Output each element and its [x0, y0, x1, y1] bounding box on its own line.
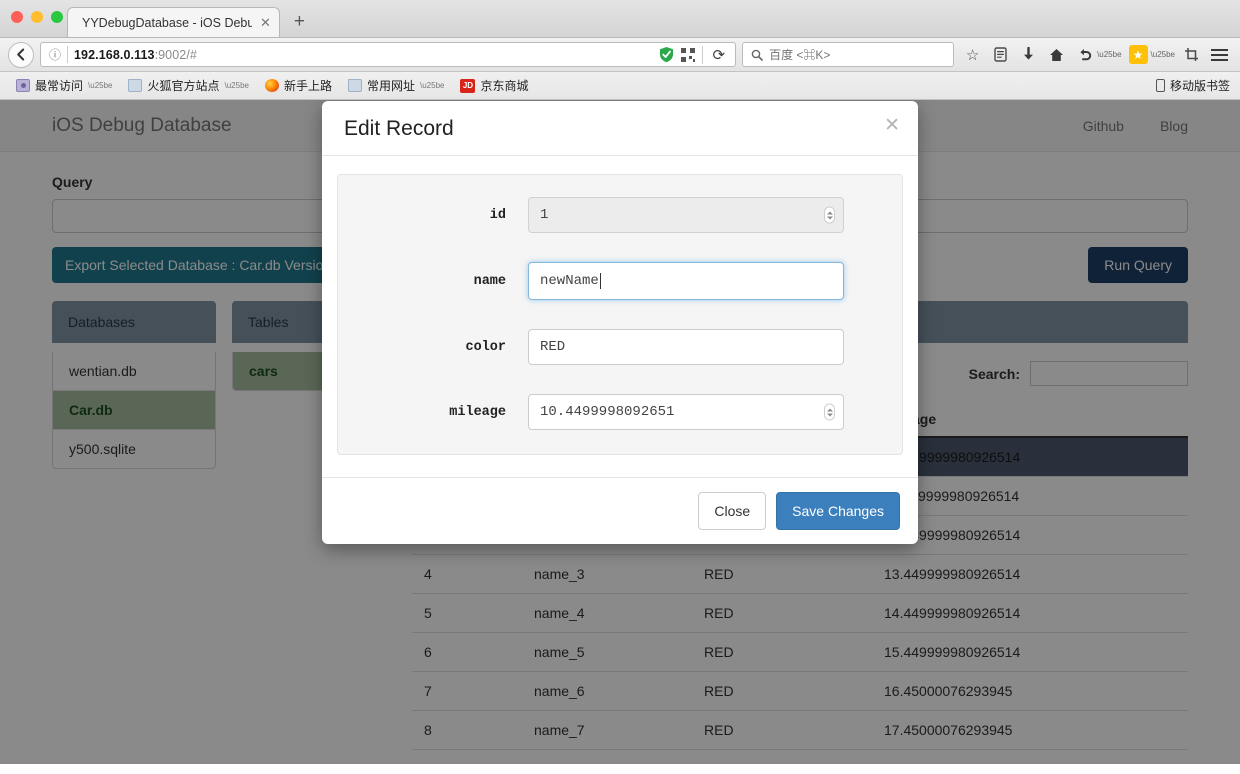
tab-strip: YYDebugDatabase - iOS Debug D ✕ +	[0, 0, 1240, 38]
browser-window: YYDebugDatabase - iOS Debug D ✕ + ⓘ 192.…	[0, 0, 1240, 774]
menu-icon[interactable]	[1207, 42, 1232, 67]
field-label-mileage: mileage	[449, 404, 506, 420]
toolbar-divider	[702, 45, 704, 64]
mobile-bookmarks-label: 移动版书签	[1169, 79, 1230, 93]
maximize-window-button[interactable]	[51, 11, 63, 23]
search-bar[interactable]: 百度 <⌘K>	[742, 42, 955, 67]
bookmark-label: 常用网址	[366, 79, 415, 93]
name-field[interactable]: newName	[528, 262, 844, 300]
search-input-placeholder: 百度 <⌘K>	[769, 48, 831, 62]
qr-code-icon[interactable]	[681, 47, 696, 62]
shield-icon[interactable]	[659, 46, 674, 63]
modal-header: Edit Record ✕	[322, 101, 918, 156]
form-row-color: color RED	[338, 329, 902, 365]
mileage-field[interactable]: 10.4499998092651	[528, 394, 844, 430]
site-identity-icon[interactable]: ⓘ	[45, 46, 65, 63]
bookmark-most-visited[interactable]: 最常访问 \u25be	[10, 75, 118, 96]
edit-record-form: id 1 name newName color RED mileage 10.4…	[337, 174, 903, 455]
reader-list-icon[interactable]	[988, 42, 1013, 67]
new-tab-button[interactable]: +	[294, 12, 305, 31]
mobile-bookmarks-icon	[1155, 79, 1165, 92]
field-label-id: id	[489, 207, 506, 223]
name-field-value: newName	[540, 273, 599, 289]
downloads-icon[interactable]	[1016, 42, 1041, 67]
number-stepper-mileage[interactable]	[824, 403, 835, 421]
bookmark-label: 火狐官方站点	[147, 79, 220, 93]
id-field-value: 1	[540, 207, 549, 223]
form-row-mileage: mileage 10.4499998092651	[338, 394, 902, 430]
form-row-id: id 1	[338, 197, 902, 233]
most-visited-icon	[16, 79, 30, 92]
bookmark-star-icon[interactable]: ☆	[960, 42, 985, 67]
minimize-window-button[interactable]	[31, 11, 43, 23]
folder-icon	[128, 79, 143, 92]
mobile-bookmarks-item[interactable]: 移动版书签	[1155, 77, 1230, 94]
reload-icon[interactable]: ⟳	[710, 46, 727, 64]
pocket-star-icon[interactable]: ★	[1128, 45, 1148, 64]
edit-record-modal: Edit Record ✕ id 1 name newName color RE…	[322, 101, 918, 544]
home-icon[interactable]	[1044, 42, 1069, 67]
field-label-color: color	[465, 339, 506, 355]
modal-footer: Close Save Changes	[322, 477, 918, 544]
firefox-icon	[264, 79, 279, 92]
chevron-down-icon[interactable]: \u25be	[420, 81, 444, 90]
address-bar-url: 192.168.0.113:9002/#	[74, 47, 197, 62]
modal-title: Edit Record	[344, 117, 454, 140]
bookmark-label: 京东商城	[480, 79, 529, 93]
text-cursor	[599, 273, 601, 289]
chevron-down-icon[interactable]: \u25be	[1097, 50, 1121, 59]
history-back-icon[interactable]	[1072, 42, 1097, 67]
bookmark-getting-started[interactable]: 新手上路	[259, 75, 338, 96]
save-changes-button[interactable]: Save Changes	[776, 492, 900, 530]
back-button[interactable]	[8, 41, 34, 68]
close-button[interactable]: Close	[698, 492, 767, 530]
back-arrow-icon	[16, 48, 24, 61]
bookmark-jd[interactable]: JD 京东商城	[454, 75, 534, 96]
bookmark-firefox-official[interactable]: 火狐官方站点 \u25be	[122, 75, 254, 96]
pocket-button[interactable]: ★	[1126, 42, 1151, 67]
browser-tab[interactable]: YYDebugDatabase - iOS Debug D ✕	[67, 7, 280, 37]
color-field-value: RED	[540, 339, 566, 355]
browser-tab-title: YYDebugDatabase - iOS Debug D	[82, 15, 252, 30]
bookmark-label: 最常访问	[35, 79, 84, 93]
folder-icon	[347, 79, 362, 92]
bookmarks-bar: 最常访问 \u25be 火狐官方站点 \u25be 新手上路 常用网址 \u25…	[0, 72, 1240, 100]
chevron-down-icon[interactable]: \u25be	[88, 81, 112, 90]
bookmark-common-sites[interactable]: 常用网址 \u25be	[342, 75, 450, 96]
close-window-button[interactable]	[11, 11, 23, 23]
id-field[interactable]: 1	[528, 197, 844, 233]
close-icon[interactable]: ✕	[260, 16, 271, 29]
chevron-down-icon[interactable]: \u25be	[225, 81, 249, 90]
browser-toolbar-icons: ☆ \u25be ★ \u25be	[960, 42, 1232, 67]
window-controls	[11, 11, 63, 23]
search-icon	[751, 49, 763, 61]
modal-body: id 1 name newName color RED mileage 10.4…	[322, 156, 918, 477]
navigation-toolbar: ⓘ 192.168.0.113:9002/# ⟳ 百度 <⌘K> ☆ \u25b…	[0, 38, 1240, 72]
color-field[interactable]: RED	[528, 329, 844, 365]
mileage-field-value: 10.4499998092651	[540, 404, 675, 420]
chevron-down-icon-2[interactable]: \u25be	[1151, 50, 1175, 59]
form-row-name: name newName	[338, 262, 902, 300]
address-bar-actions: ⟳	[659, 45, 731, 64]
field-label-name: name	[473, 273, 506, 289]
address-bar[interactable]: ⓘ 192.168.0.113:9002/# ⟳	[40, 42, 737, 67]
close-icon[interactable]: ✕	[884, 116, 900, 135]
jd-icon: JD	[460, 78, 476, 93]
page-viewport: iOS Debug Database Github Blog Query Exp…	[0, 100, 1240, 764]
number-stepper-id[interactable]	[824, 206, 835, 224]
screenshot-icon[interactable]	[1179, 42, 1204, 67]
url-separator	[67, 46, 68, 63]
bookmark-label: 新手上路	[283, 79, 332, 93]
